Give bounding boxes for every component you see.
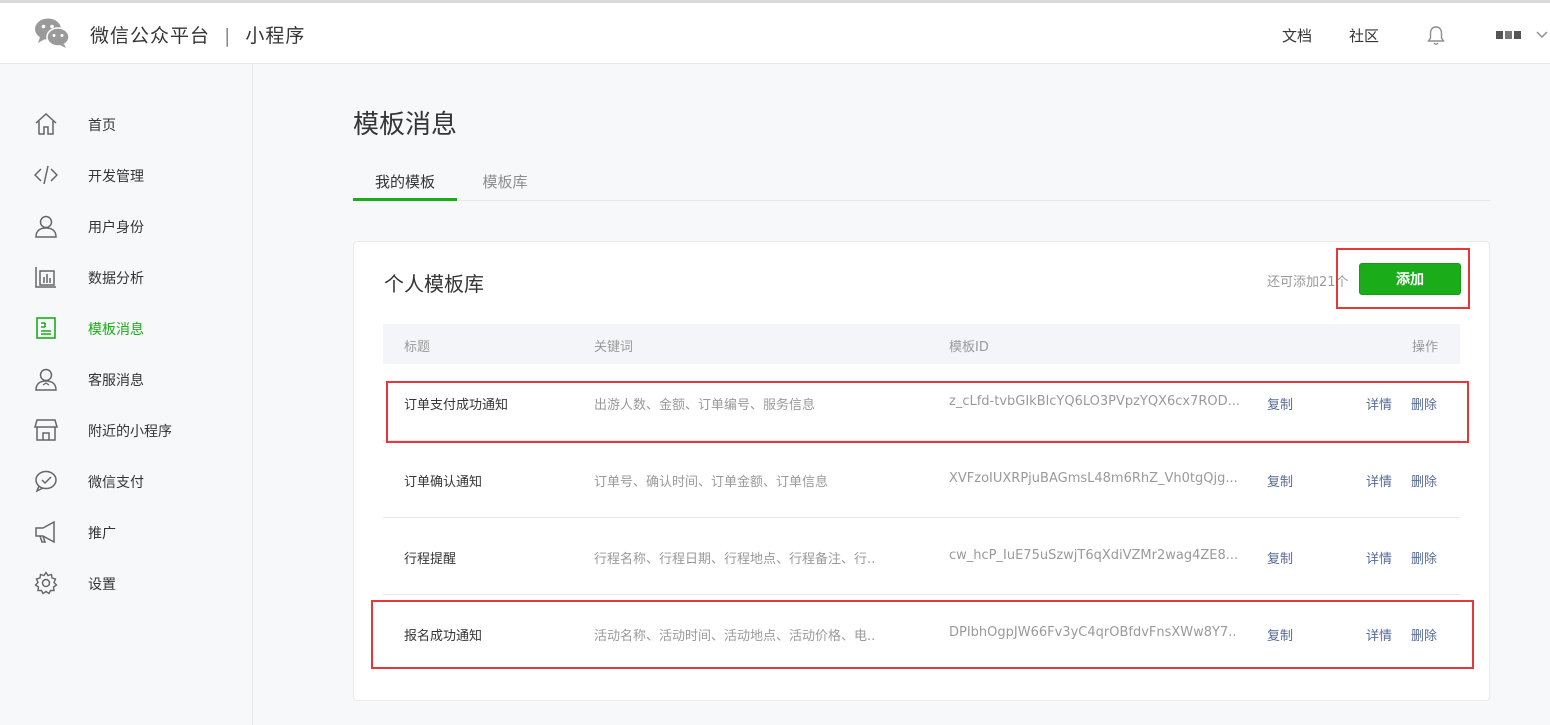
community-link[interactable]: 社区 [1349, 25, 1379, 46]
tab-my-templates[interactable]: 我的模板 [353, 160, 457, 201]
wechat-logo-icon[interactable] [34, 17, 70, 49]
sidebar-item-label: 推广 [88, 526, 116, 542]
sidebar-item-dev-management[interactable]: 开发管理 [0, 155, 252, 195]
row-keywords: 行程名称、行程日期、行程地点、行程备注、行.. [594, 552, 876, 567]
megaphone-icon [35, 520, 55, 544]
detail-link[interactable]: 详情 [1366, 471, 1392, 490]
product-name: 小程序 [245, 25, 306, 47]
bar-chart-icon [35, 267, 56, 288]
row-title: 订单确认通知 [404, 475, 483, 490]
code-icon [34, 165, 58, 185]
tab-template-library[interactable]: 模板库 [457, 160, 553, 201]
delete-link[interactable]: 删除 [1411, 548, 1437, 567]
copy-link[interactable]: 复制 [1267, 471, 1293, 490]
sidebar-item-label: 附近的小程序 [88, 424, 172, 440]
sidebar-item-promotion[interactable]: 推广 [0, 512, 252, 552]
column-header-title: 标题 [404, 340, 431, 355]
sidebar-item-label: 客服消息 [88, 373, 144, 389]
wechat-pay-icon [35, 470, 57, 493]
sidebar-item-label: 设置 [88, 577, 116, 593]
annotation-highlight-row-4 [371, 600, 1474, 669]
sidebar-item-home[interactable]: 首页 [0, 104, 252, 144]
page-title: 模板消息 [353, 110, 458, 140]
template-doc-icon [36, 317, 56, 339]
table-header: 标题 关键词 模板ID 操作 [383, 324, 1460, 364]
sidebar-item-customer-service[interactable]: 客服消息 [0, 359, 252, 399]
home-icon [35, 112, 57, 135]
detail-link[interactable]: 详情 [1366, 548, 1392, 567]
sidebar-item-data-analysis[interactable]: 数据分析 [0, 257, 252, 297]
row-keywords: 订单号、确认时间、订单金额、订单信息 [594, 475, 829, 490]
brand-separator: | [224, 25, 232, 47]
brand-title: 微信公众平台 | 小程序 [90, 21, 305, 48]
table-row: 行程提醒 行程名称、行程日期、行程地点、行程备注、行.. cw_hcP_IuE7… [383, 518, 1460, 595]
annotation-highlight-add [1336, 248, 1470, 309]
docs-link[interactable]: 文档 [1282, 25, 1312, 46]
gear-icon [34, 571, 58, 595]
sidebar-item-user-identity[interactable]: 用户身份 [0, 206, 252, 246]
sidebar-item-settings[interactable]: 设置 [0, 563, 252, 603]
row-template-id: XVFzoIUXRPjuBAGmsL48m6RhZ_Vh0tgQjg... [949, 471, 1238, 486]
sidebar-item-template-message[interactable]: 模板消息 [0, 308, 252, 348]
sidebar-item-label: 模板消息 [88, 322, 144, 338]
bell-icon[interactable] [1426, 25, 1446, 47]
sidebar: 首页 开发管理 用户身份 数据分析 模板消息 客服消息 附近的小程序 微信支付 … [0, 64, 253, 725]
top-bar: 微信公众平台 | 小程序 文档 社区 [0, 0, 1550, 64]
sidebar-item-wechat-pay[interactable]: 微信支付 [0, 461, 252, 501]
avatar[interactable] [1496, 29, 1522, 41]
user-icon [35, 215, 57, 238]
copy-link[interactable]: 复制 [1267, 548, 1293, 567]
card-title: 个人模板库 [384, 272, 484, 296]
delete-link[interactable]: 删除 [1411, 471, 1437, 490]
sidebar-item-label: 用户身份 [88, 220, 144, 236]
sidebar-item-label: 微信支付 [88, 475, 144, 491]
store-icon [34, 419, 58, 441]
sidebar-item-label: 数据分析 [88, 271, 144, 287]
tab-bar: 我的模板 模板库 [353, 160, 1490, 201]
sidebar-item-label: 开发管理 [88, 169, 144, 185]
sidebar-item-label: 首页 [88, 118, 116, 134]
row-template-id: cw_hcP_IuE75uSzwjT6qXdiVZMr2wag4ZE8... [949, 548, 1239, 563]
brand-name: 微信公众平台 [90, 25, 211, 47]
column-header-template-id: 模板ID [949, 340, 989, 355]
customer-service-icon [35, 368, 57, 391]
column-header-keywords: 关键词 [594, 340, 634, 355]
table-row: 订单确认通知 订单号、确认时间、订单金额、订单信息 XVFzoIUXRPjuBA… [383, 441, 1460, 518]
row-title: 行程提醒 [404, 552, 457, 567]
chevron-down-icon[interactable] [1536, 31, 1548, 39]
annotation-highlight-row-1 [386, 381, 1469, 443]
column-header-actions: 操作 [1412, 340, 1439, 355]
sidebar-item-nearby-miniprogram[interactable]: 附近的小程序 [0, 410, 252, 450]
